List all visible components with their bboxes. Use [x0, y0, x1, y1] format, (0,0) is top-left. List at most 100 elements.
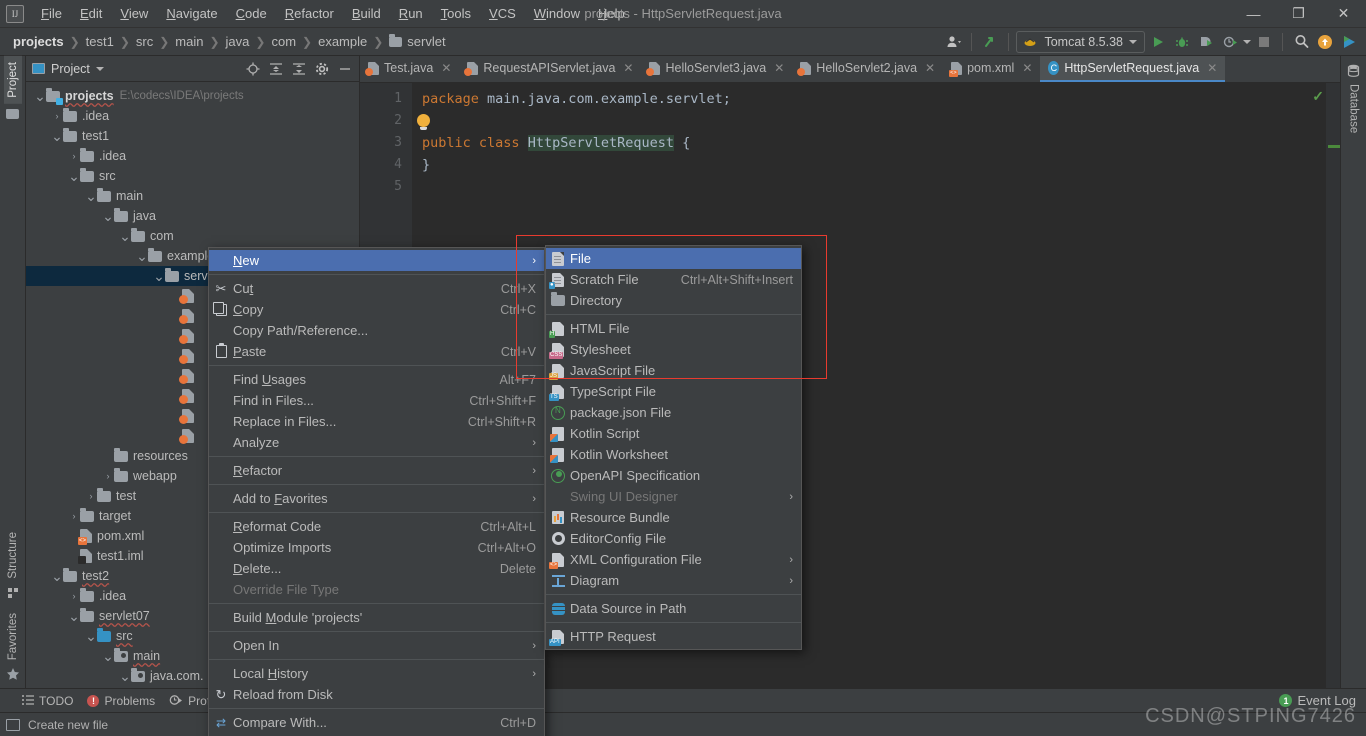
event-log-button[interactable]: 1 Event Log: [1279, 693, 1366, 708]
chevron-down-icon[interactable]: [1243, 39, 1251, 44]
chevron-right-icon[interactable]: ›: [68, 146, 80, 166]
menu-item-file[interactable]: File: [546, 248, 801, 269]
menu-tools[interactable]: Tools: [432, 3, 480, 24]
sidebar-item-structure[interactable]: Structure: [4, 526, 22, 585]
intention-bulb-icon[interactable]: [417, 114, 430, 130]
tree-node[interactable]: ⌄ java: [26, 206, 359, 226]
chevron-right-icon[interactable]: ›: [85, 486, 97, 506]
breadcrumb-src[interactable]: src: [131, 32, 158, 51]
maximize-button[interactable]: ❐: [1276, 0, 1321, 28]
sidebar-item-database[interactable]: Database: [1345, 78, 1363, 139]
chevron-down-icon[interactable]: ⌄: [119, 226, 131, 246]
run-icon[interactable]: [1147, 31, 1169, 53]
tree-node[interactable]: ⌄ test1: [26, 126, 359, 146]
breadcrumb-com[interactable]: com: [266, 32, 301, 51]
chevron-right-icon[interactable]: ›: [102, 466, 114, 486]
breadcrumb-projects[interactable]: projects: [8, 32, 69, 51]
tree-node[interactable]: ⌄ projects E:\codecs\IDEA\projects: [26, 86, 359, 106]
tree-node[interactable]: ⌄ com: [26, 226, 359, 246]
chevron-down-icon[interactable]: ⌄: [153, 266, 165, 286]
chevron-down-icon[interactable]: ⌄: [68, 606, 80, 626]
menu-navigate[interactable]: Navigate: [157, 3, 226, 24]
menu-item-scratch-file[interactable]: ● Scratch File Ctrl+Alt+Shift+Insert: [546, 269, 801, 290]
chevron-down-icon[interactable]: ⌄: [119, 666, 131, 686]
menu-item-open-in[interactable]: Open In ›: [209, 635, 544, 656]
editor-tab[interactable]: RequestAPIServlet.java ✕: [459, 56, 641, 82]
chevron-down-icon[interactable]: ⌄: [102, 206, 114, 226]
menu-item-find-usages[interactable]: Find Usages Alt+F7: [209, 369, 544, 390]
breadcrumb-java[interactable]: java: [221, 32, 255, 51]
menu-file[interactable]: File: [32, 3, 71, 24]
editor-tab[interactable]: Test.java ✕: [360, 56, 459, 82]
menu-view[interactable]: View: [111, 3, 157, 24]
new-submenu[interactable]: File ● Scratch File Ctrl+Alt+Shift+Insert Di…: [545, 245, 802, 650]
profiler-icon[interactable]: [1219, 31, 1241, 53]
breadcrumb-main[interactable]: main: [170, 32, 208, 51]
tree-node[interactable]: › .idea: [26, 106, 359, 126]
chevron-down-icon[interactable]: ⌄: [85, 626, 97, 646]
menu-item-javascript-file[interactable]: JS JavaScript File: [546, 360, 801, 381]
collapse-all-icon[interactable]: [291, 61, 307, 77]
menu-item-replace-in-files[interactable]: Replace in Files... Ctrl+Shift+R: [209, 411, 544, 432]
upload-icon[interactable]: [1314, 31, 1336, 53]
menu-item-typescript-file[interactable]: TS TypeScript File: [546, 381, 801, 402]
tab-problems[interactable]: ! Problems: [87, 694, 155, 708]
menu-item-copy[interactable]: Copy Ctrl+C: [209, 299, 544, 320]
menu-item-html-file[interactable]: H HTML File: [546, 318, 801, 339]
editor-tab[interactable]: C HttpServletRequest.java ✕: [1040, 56, 1226, 82]
menu-vcs[interactable]: VCS: [480, 3, 525, 24]
menu-item-reload-from-disk[interactable]: ↻ Reload from Disk: [209, 684, 544, 705]
editor-tab[interactable]: HelloServlet2.java ✕: [792, 56, 943, 82]
menu-item-http-request[interactable]: API HTTP Request: [546, 626, 801, 647]
menu-item-stylesheet[interactable]: CSS Stylesheet: [546, 339, 801, 360]
sidebar-item-project[interactable]: Project: [3, 56, 22, 104]
hide-icon[interactable]: [337, 61, 353, 77]
breadcrumb-test1[interactable]: test1: [81, 32, 119, 51]
menu-item-directory[interactable]: Directory: [546, 290, 801, 311]
menu-item-cut[interactable]: ✂ Cut Ctrl+X: [209, 278, 544, 299]
menu-code[interactable]: Code: [227, 3, 276, 24]
menu-item-add-to-favorites[interactable]: Add to Favorites ›: [209, 488, 544, 509]
tree-node[interactable]: › .idea: [26, 146, 359, 166]
settings-gear-icon[interactable]: [314, 61, 330, 77]
close-icon[interactable]: ✕: [925, 61, 935, 75]
close-icon[interactable]: ✕: [441, 61, 451, 75]
run-anything-icon[interactable]: [1338, 31, 1360, 53]
menu-item-package-json-file[interactable]: Npackage.json File: [546, 402, 801, 423]
menu-item-paste[interactable]: Paste Ctrl+V: [209, 341, 544, 362]
chevron-down-icon[interactable]: ⌄: [68, 166, 80, 186]
context-menu[interactable]: New › ✂ Cut Ctrl+X Copy Ctrl+C Copy Path/Refere…: [208, 247, 545, 736]
menu-run[interactable]: Run: [390, 3, 432, 24]
inspection-ok-icon[interactable]: ✓: [1312, 88, 1324, 105]
menu-item-diagram[interactable]: Diagram ›: [546, 570, 801, 591]
chevron-down-icon[interactable]: ⌄: [51, 126, 63, 146]
menu-window[interactable]: Window: [525, 3, 589, 24]
menu-item-kotlin-script[interactable]: Kotlin Script: [546, 423, 801, 444]
editor-tab[interactable]: pom.xml ✕: [943, 56, 1040, 82]
menu-item-refactor[interactable]: Refactor ›: [209, 460, 544, 481]
menu-item-data-source-in-path[interactable]: Data Source in Path: [546, 598, 801, 619]
menu-item-resource-bundle[interactable]: Resource Bundle: [546, 507, 801, 528]
tree-node[interactable]: ⌄ src: [26, 166, 359, 186]
menu-item-analyze[interactable]: Analyze ›: [209, 432, 544, 453]
chevron-down-icon[interactable]: ⌄: [51, 566, 63, 586]
breadcrumb-example[interactable]: example: [313, 32, 372, 51]
menu-item-optimize-imports[interactable]: Optimize Imports Ctrl+Alt+O: [209, 537, 544, 558]
close-button[interactable]: ✕: [1321, 0, 1366, 28]
chevron-right-icon[interactable]: ›: [68, 586, 80, 606]
locate-icon[interactable]: [245, 61, 261, 77]
menu-item-editorconfig-file[interactable]: EditorConfig File: [546, 528, 801, 549]
menu-item-xml-configuration-file[interactable]: <> XML Configuration File ›: [546, 549, 801, 570]
menu-build[interactable]: Build: [343, 3, 390, 24]
close-icon[interactable]: ✕: [1207, 61, 1217, 75]
search-everywhere-icon[interactable]: [1290, 31, 1312, 53]
chevron-down-icon[interactable]: ⌄: [34, 86, 46, 106]
menu-item-find-in-files[interactable]: Find in Files... Ctrl+Shift+F: [209, 390, 544, 411]
menu-item-copy-path-reference[interactable]: Copy Path/Reference...: [209, 320, 544, 341]
chevron-down-icon[interactable]: ⌄: [136, 246, 148, 266]
tree-node[interactable]: ⌄ main: [26, 186, 359, 206]
breadcrumb-servlet[interactable]: servlet: [384, 32, 450, 51]
menu-item-delete[interactable]: Delete... Delete: [209, 558, 544, 579]
menu-item-openapi-specification[interactable]: OpenAPI Specification: [546, 465, 801, 486]
chevron-down-icon[interactable]: [95, 66, 104, 71]
